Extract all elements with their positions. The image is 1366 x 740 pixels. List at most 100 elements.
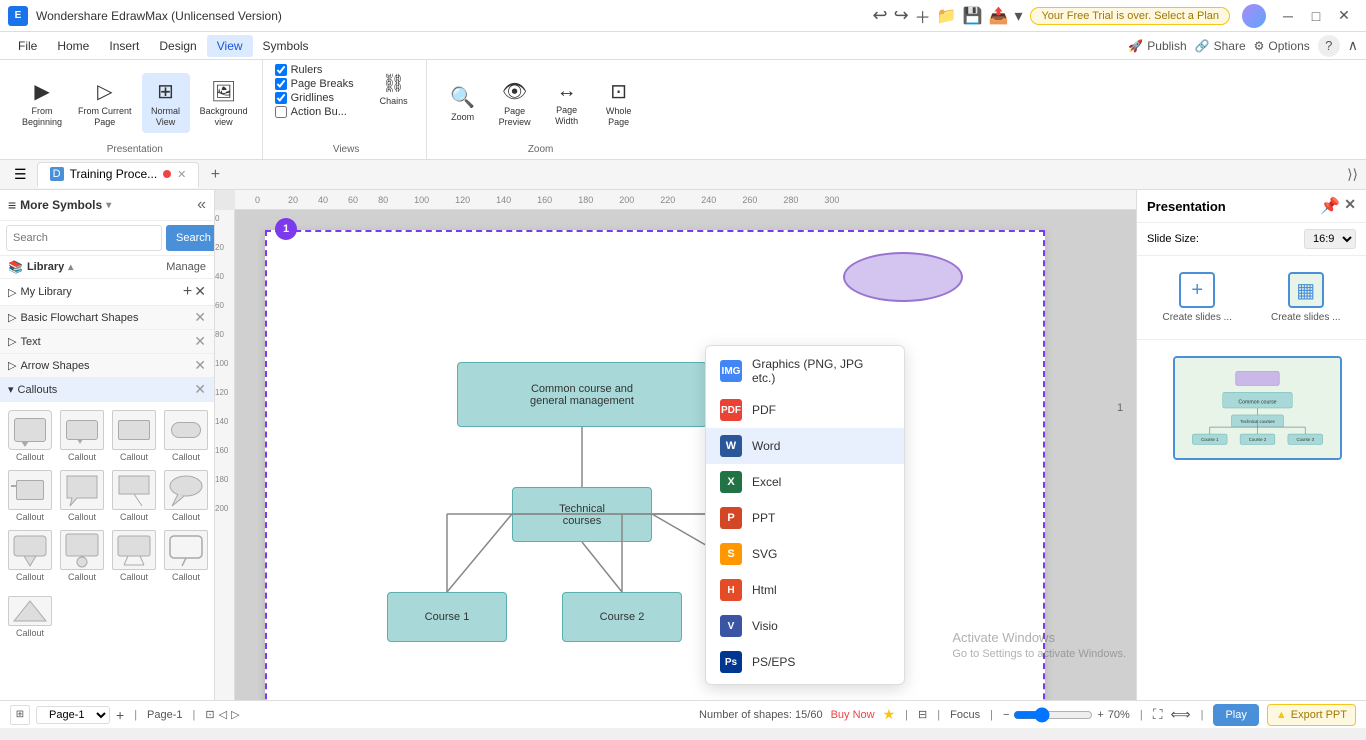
export-visio[interactable]: V Visio: [706, 608, 904, 644]
play-button[interactable]: Play: [1213, 704, 1258, 726]
rulers-checkbox[interactable]: Rulers: [275, 64, 354, 76]
zoom-in-btn[interactable]: +: [1097, 709, 1103, 721]
callout-item-2[interactable]: Callout: [58, 408, 106, 464]
page-selector[interactable]: Page-1: [36, 706, 110, 724]
fit-width-btn[interactable]: ⟺: [1171, 706, 1191, 723]
export-html[interactable]: H Html: [706, 572, 904, 608]
close-btn[interactable]: ✕: [1330, 2, 1358, 30]
callout-item-6[interactable]: Callout: [58, 468, 106, 524]
export-excel[interactable]: X Excel: [706, 464, 904, 500]
zoom-slider[interactable]: [1013, 707, 1093, 723]
arrow-shapes-section[interactable]: ▷ Arrow Shapes ✕: [0, 354, 214, 378]
search-input[interactable]: [6, 225, 162, 251]
export-word[interactable]: W Word: [706, 428, 904, 464]
callout-item-5[interactable]: Callout: [6, 468, 54, 524]
callout-item-9[interactable]: Callout: [6, 528, 54, 584]
fullscreen-btn[interactable]: ⛶: [1153, 706, 1163, 723]
page-preview-btn[interactable]: 👁 PagePreview: [491, 73, 539, 133]
zoom-out-btn[interactable]: −: [1003, 709, 1009, 721]
action-buttons-checkbox[interactable]: Action Bu...: [275, 106, 354, 118]
menu-design[interactable]: Design: [149, 35, 206, 57]
fit-btn[interactable]: ⊡: [205, 708, 214, 721]
slide-thumbnail[interactable]: Common course Technical courses Course 1…: [1173, 356, 1342, 460]
canvas-area[interactable]: 0 20 40 60 80 100 120 140 160 180 200 22…: [215, 190, 1136, 700]
callout-item-3[interactable]: Callout: [110, 408, 158, 464]
panel-collapse-btn[interactable]: ⟩⟩: [1347, 166, 1358, 183]
callout-item-10[interactable]: Callout: [58, 528, 106, 584]
technical-courses-box[interactable]: Technicalcourses: [512, 487, 652, 542]
background-view-btn[interactable]: 🖼 Backgroundview: [194, 73, 254, 133]
chains-btn[interactable]: ⛓ Chains: [370, 64, 418, 114]
next-btn[interactable]: ▷: [231, 708, 239, 721]
my-library-close-btn[interactable]: ✕: [194, 283, 206, 301]
basic-flowchart-close[interactable]: ✕: [194, 309, 206, 326]
active-tab[interactable]: D Training Proce... ✕: [37, 162, 200, 188]
diagram-canvas[interactable]: 1 Common course andgeneral management Te…: [235, 210, 1136, 700]
user-avatar[interactable]: [1242, 4, 1266, 28]
publish-btn[interactable]: 🚀Publish: [1128, 39, 1186, 53]
save-btn[interactable]: 💾: [963, 6, 983, 26]
zoom-control-btn[interactable]: 🔍 Zoom: [439, 73, 487, 133]
create-slides-manual-btn[interactable]: ▦ Create slides ...: [1256, 266, 1357, 329]
callout-item-4[interactable]: Callout: [162, 408, 210, 464]
text-section[interactable]: ▷ Text ✕: [0, 330, 214, 354]
export-pdf[interactable]: PDF PDF: [706, 392, 904, 428]
menu-view[interactable]: View: [207, 35, 253, 57]
callout-item-11[interactable]: Callout: [110, 528, 158, 584]
focus-btn[interactable]: Focus: [950, 709, 980, 721]
callouts-close[interactable]: ✕: [194, 381, 206, 398]
gridlines-checkbox[interactable]: Gridlines: [275, 92, 354, 104]
options-btn[interactable]: ⚙Options: [1254, 39, 1310, 53]
my-library-add-btn[interactable]: +: [183, 283, 192, 301]
presentation-pin-icon[interactable]: 📌: [1320, 196, 1340, 216]
from-current-page-btn[interactable]: ▷ From CurrentPage: [72, 73, 138, 133]
basic-flowchart-section[interactable]: ▷ Basic Flowchart Shapes ✕: [0, 306, 214, 330]
fit-page-btn[interactable]: ⊞: [10, 705, 30, 725]
menu-home[interactable]: Home: [47, 35, 99, 57]
menu-file[interactable]: File: [8, 35, 47, 57]
prev-btn[interactable]: ◁: [219, 708, 227, 721]
add-tab-btn[interactable]: +: [203, 163, 227, 187]
sidebar-collapse-btn[interactable]: «: [197, 196, 206, 214]
my-library-title[interactable]: ▷ My Library: [8, 286, 72, 299]
minimize-btn[interactable]: ─: [1274, 2, 1302, 30]
tab-close-icon[interactable]: ✕: [177, 168, 186, 181]
manage-link[interactable]: Manage: [166, 261, 206, 273]
callouts-section[interactable]: ▾ Callouts ✕: [0, 378, 214, 402]
maximize-btn[interactable]: □: [1302, 2, 1330, 30]
sidebar-toggle[interactable]: ☰: [8, 164, 33, 185]
page-breaks-checkbox[interactable]: Page Breaks: [275, 78, 354, 90]
share-btn[interactable]: 🔗Share: [1195, 39, 1246, 53]
more-btn[interactable]: ▾: [1014, 6, 1022, 26]
menu-symbols[interactable]: Symbols: [253, 35, 319, 57]
callout-item-1[interactable]: Callout: [6, 408, 54, 464]
library-title[interactable]: 📚 Library ▴: [8, 260, 73, 274]
text-close[interactable]: ✕: [194, 333, 206, 350]
oval-shape[interactable]: [843, 252, 963, 302]
create-slides-auto-btn[interactable]: + Create slides ...: [1147, 266, 1248, 329]
page-width-btn[interactable]: ↔ PageWidth: [543, 73, 591, 133]
redo-btn[interactable]: ↪: [894, 5, 909, 26]
diagram-slide[interactable]: 1 Common course andgeneral management Te…: [265, 230, 1045, 700]
buy-now-link[interactable]: Buy Now: [831, 709, 875, 721]
presentation-close-icon[interactable]: ✕: [1344, 196, 1356, 216]
arrow-shapes-close[interactable]: ✕: [194, 357, 206, 374]
from-beginning-btn[interactable]: ▶ FromBeginning: [16, 73, 68, 133]
export-btn-ribbon[interactable]: 📤: [989, 6, 1009, 26]
normal-view-btn[interactable]: ⊞ NormalView: [142, 73, 190, 133]
sidebar-expand-arrow[interactable]: ▾: [106, 200, 111, 211]
export-png[interactable]: IMG Graphics (PNG, JPG etc.): [706, 350, 904, 392]
whole-page-btn[interactable]: ⊡ WholePage: [595, 73, 643, 133]
callout-item-13[interactable]: Callout: [6, 594, 54, 640]
help-btn[interactable]: ?: [1318, 35, 1340, 57]
new-btn[interactable]: ＋: [915, 4, 931, 28]
export-ppt[interactable]: P PPT: [706, 500, 904, 536]
menu-insert[interactable]: Insert: [99, 35, 149, 57]
callout-item-7[interactable]: Callout: [110, 468, 158, 524]
trial-badge[interactable]: Your Free Trial is over. Select a Plan: [1030, 7, 1230, 25]
export-ppt-button[interactable]: ▲ Export PPT: [1267, 704, 1356, 726]
export-ps[interactable]: Ps PS/EPS: [706, 644, 904, 680]
add-page-btn[interactable]: +: [116, 707, 124, 723]
course2-box[interactable]: Course 2: [562, 592, 682, 642]
common-course-box[interactable]: Common course andgeneral management: [457, 362, 707, 427]
